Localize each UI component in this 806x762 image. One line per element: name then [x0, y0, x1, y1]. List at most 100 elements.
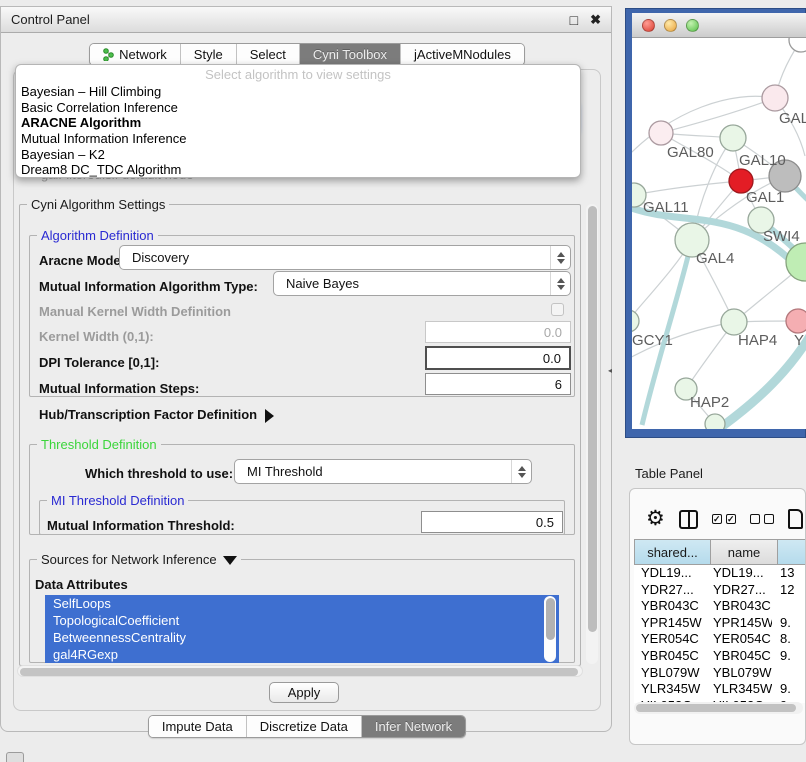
- attribute-item[interactable]: TopologicalCoefficient: [45, 612, 559, 629]
- dropdown-placeholder: Select algorithm to view settings: [16, 67, 580, 84]
- hub-definition-toggle[interactable]: Hub/Transcription Factor Definition: [39, 407, 274, 423]
- data-attributes-label: Data Attributes: [35, 577, 128, 592]
- collapsed-arrow-icon: [265, 409, 274, 423]
- which-threshold-select[interactable]: MI Threshold: [234, 459, 532, 484]
- tab-impute-data[interactable]: Impute Data: [149, 716, 247, 737]
- table-body: YDL19...YDL19...13YDR27...YDR27...12YBR0…: [634, 565, 806, 703]
- table-horizontal-scrollbar[interactable]: [634, 702, 803, 714]
- table-cell: YBR043C: [634, 598, 706, 615]
- manual-kernel-checkbox[interactable]: [551, 303, 564, 316]
- sources-group-title[interactable]: Sources for Network Inference: [37, 552, 241, 567]
- close-light-icon[interactable]: [642, 19, 655, 32]
- zoom-light-icon[interactable]: [686, 19, 699, 32]
- algorithm-option[interactable]: Bayesian – K2: [16, 147, 580, 163]
- split-panel-icon[interactable]: [679, 510, 698, 529]
- float-window-icon[interactable]: □: [570, 12, 578, 28]
- table-cell: YER054C: [706, 631, 772, 648]
- algorithm-option[interactable]: ARACNE Algorithm: [16, 115, 580, 131]
- table-row[interactable]: YLR345WYLR345W9.: [634, 681, 806, 698]
- table-row[interactable]: YBR045CYBR045C9.: [634, 648, 806, 665]
- table-cell: [772, 665, 800, 682]
- minimize-light-icon[interactable]: [664, 19, 677, 32]
- column-header[interactable]: shared...: [634, 539, 711, 565]
- mi-threshold-field[interactable]: 0.5: [421, 511, 563, 533]
- kernel-width-value: 0.0: [544, 325, 562, 340]
- table-row[interactable]: YDL19...YDL19...13: [634, 565, 806, 582]
- mi-steps-field[interactable]: 6: [425, 373, 571, 395]
- table-cell: YBR043C: [706, 598, 772, 615]
- tab-network[interactable]: Network: [90, 44, 181, 65]
- algorithm-option[interactable]: Basic Correlation Inference: [16, 100, 580, 116]
- node-label: GAL1: [746, 189, 784, 206]
- network-edge[interactable]: [634, 181, 741, 195]
- tab-style[interactable]: Style: [181, 44, 237, 65]
- dpi-tolerance-value: 0.0: [543, 351, 561, 366]
- network-node[interactable]: [649, 121, 673, 145]
- table-header-row: shared...name: [634, 539, 806, 565]
- panel-divider-handle[interactable]: ◂: [608, 366, 612, 375]
- collapsed-panel-chip[interactable]: [6, 752, 24, 762]
- node-label: Y: [794, 332, 804, 349]
- checked-boxes-icon[interactable]: ✓✓: [712, 514, 736, 524]
- aracne-mode-select[interactable]: Discovery: [119, 245, 571, 270]
- mi-threshold-label: Mutual Information Threshold:: [47, 518, 235, 533]
- tab-infer-network[interactable]: Infer Network: [362, 716, 465, 737]
- dpi-tolerance-label: DPI Tolerance [0,1]:: [39, 355, 159, 370]
- apply-button[interactable]: Apply: [269, 682, 339, 703]
- kernel-width-field[interactable]: 0.0: [425, 321, 571, 343]
- close-panel-icon[interactable]: ✖: [590, 12, 601, 28]
- table-cell: YDR27...: [706, 582, 772, 599]
- table-cell: YBR045C: [706, 648, 772, 665]
- network-node[interactable]: [762, 85, 788, 111]
- network-node[interactable]: [705, 414, 725, 429]
- attribute-item[interactable]: SelfLoops: [45, 595, 559, 612]
- combo-arrows-icon: [550, 246, 570, 269]
- expanded-arrow-icon: [223, 556, 237, 565]
- table-row[interactable]: YBL079WYBL079W: [634, 665, 806, 682]
- tab-jactivemnodules[interactable]: jActiveMNodules: [401, 44, 524, 65]
- attributes-scrollbar[interactable]: [544, 596, 556, 662]
- control-panel-titlebar: Control Panel □ ✖: [1, 7, 611, 33]
- network-node[interactable]: [786, 243, 806, 281]
- combo-arrows-icon: [511, 460, 531, 483]
- combo-arrows-icon: [550, 272, 570, 295]
- tab-cyni-toolbox[interactable]: Cyni Toolbox: [300, 44, 401, 65]
- tab-discretize-data[interactable]: Discretize Data: [247, 716, 362, 737]
- network-edge[interactable]: [720, 336, 806, 428]
- column-header[interactable]: name: [711, 539, 778, 565]
- unchecked-boxes-icon[interactable]: [750, 514, 774, 524]
- network-node[interactable]: [720, 125, 746, 151]
- table-cell: YBL079W: [634, 665, 706, 682]
- attribute-item[interactable]: BetweennessCentrality: [45, 629, 559, 646]
- mi-type-value: Naive Bayes: [286, 276, 359, 291]
- algorithm-option[interactable]: Mutual Information Inference: [16, 131, 580, 147]
- table-panel: ⚙ ✓✓ shared...name YDL19...YDL19...13YDR…: [629, 488, 806, 745]
- top-tab-bar: NetworkStyleSelectCyni ToolboxjActiveMNo…: [1, 43, 613, 66]
- table-row[interactable]: YPR145WYPR145W9.: [634, 615, 806, 632]
- attribute-item[interactable]: gal4RGexp: [45, 646, 559, 663]
- gear-icon[interactable]: ⚙: [646, 509, 665, 529]
- dpi-tolerance-field[interactable]: 0.0: [425, 346, 571, 370]
- table-toolbar: ⚙ ✓✓: [630, 501, 805, 537]
- table-row[interactable]: YER054CYER054C8.: [634, 631, 806, 648]
- table-row[interactable]: YBR043CYBR043C: [634, 598, 806, 615]
- network-graph: GALGAL80GAL10GAL11GAL1SWI4GAL4GCY1HAP4YH…: [632, 38, 806, 429]
- network-canvas[interactable]: GALGAL80GAL10GAL11GAL1SWI4GAL4GCY1HAP4YH…: [632, 38, 806, 429]
- column-header[interactable]: [778, 539, 806, 565]
- settings-vertical-scrollbar[interactable]: [586, 204, 598, 664]
- network-node[interactable]: [632, 310, 639, 332]
- algorithm-option[interactable]: Dream8 DC_TDC Algorithm: [16, 162, 580, 178]
- network-node[interactable]: [789, 38, 806, 52]
- table-cell: YBL079W: [706, 665, 772, 682]
- algorithm-option[interactable]: Bayesian – Hill Climbing: [16, 84, 580, 100]
- data-attributes-list[interactable]: SelfLoopsTopologicalCoefficientBetweenne…: [45, 595, 559, 663]
- tab-select[interactable]: Select: [237, 44, 300, 65]
- table-row[interactable]: YDR27...YDR27...12: [634, 582, 806, 599]
- mi-type-select[interactable]: Naive Bayes: [273, 271, 571, 296]
- page-icon[interactable]: [788, 509, 803, 529]
- node-label: HAP2: [690, 394, 729, 411]
- network-node[interactable]: [786, 309, 806, 333]
- settings-horizontal-scrollbar[interactable]: [17, 665, 583, 677]
- table-cell: 9.: [772, 615, 800, 632]
- network-edge[interactable]: [661, 98, 775, 133]
